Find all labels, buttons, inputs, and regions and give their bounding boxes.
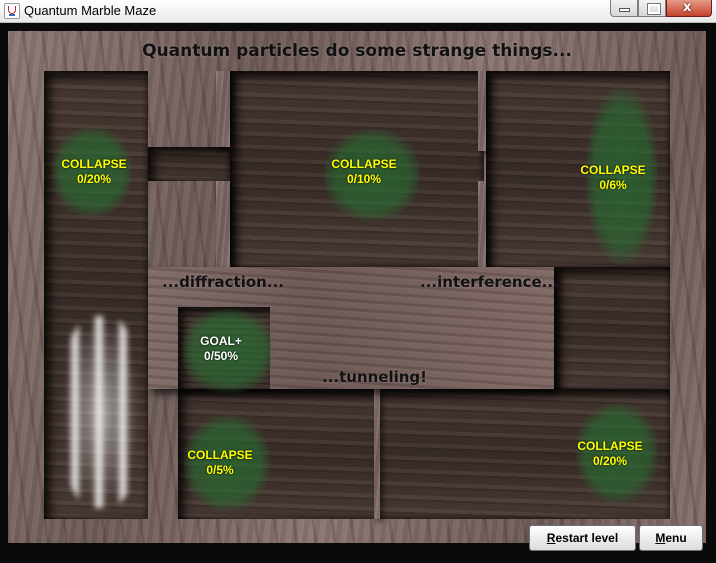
close-button[interactable]: x bbox=[666, 0, 712, 17]
window-controls: x bbox=[610, 0, 712, 17]
minimize-icon bbox=[620, 9, 629, 11]
wall-divider-right bbox=[478, 71, 486, 151]
caption-diffraction: ...diffraction... bbox=[162, 273, 284, 291]
window-title: Quantum Marble Maze bbox=[24, 3, 157, 18]
zone-label-goal: GOAL+ 0/50% bbox=[183, 334, 259, 364]
java-app-icon bbox=[4, 3, 20, 19]
wall-divider-bottom bbox=[374, 389, 380, 519]
menu-label: enu bbox=[665, 531, 687, 545]
zone-label-3: COLLAPSE 0/6% bbox=[575, 163, 651, 193]
maze-board[interactable]: Quantum particles do some strange things… bbox=[8, 31, 706, 543]
zone-type: COLLAPSE bbox=[331, 157, 397, 171]
zone-type: COLLAPSE bbox=[580, 163, 646, 177]
wall-divider-left-lower bbox=[216, 181, 230, 267]
zone-type: COLLAPSE bbox=[187, 448, 253, 462]
restart-label: estart level bbox=[555, 531, 619, 545]
zone-type: COLLAPSE bbox=[577, 439, 643, 453]
window-titlebar[interactable]: Quantum Marble Maze x bbox=[0, 0, 716, 23]
wall-divider-left bbox=[216, 71, 230, 147]
close-icon: x bbox=[683, 0, 692, 15]
caption-interference: ...interference... bbox=[420, 273, 559, 291]
right-lower-chamber bbox=[554, 267, 670, 389]
maximize-icon bbox=[647, 3, 661, 15]
quantum-marble[interactable] bbox=[62, 316, 140, 508]
caption-tunneling: ...tunneling! bbox=[322, 368, 428, 386]
restart-level-button[interactable]: Restart level bbox=[529, 525, 636, 551]
game-frame: Quantum particles do some strange things… bbox=[0, 23, 716, 563]
zone-label-2: COLLAPSE 0/10% bbox=[326, 157, 402, 187]
zone-value: 0/6% bbox=[599, 178, 627, 192]
zone-value: 0/10% bbox=[346, 172, 382, 186]
menu-button[interactable]: Menu bbox=[639, 525, 703, 551]
maximize-button[interactable] bbox=[638, 0, 666, 17]
zone-type: GOAL+ bbox=[200, 334, 242, 348]
zone-value: 0/20% bbox=[76, 172, 112, 186]
menu-mnemonic: M bbox=[655, 531, 666, 545]
zone-type: COLLAPSE bbox=[61, 157, 127, 171]
zone-label-5: COLLAPSE 0/5% bbox=[182, 448, 258, 478]
zone-value: 0/5% bbox=[206, 463, 234, 477]
zone-label-1: COLLAPSE 0/20% bbox=[56, 157, 132, 187]
zone-value: 0/20% bbox=[592, 454, 628, 468]
minimize-button[interactable] bbox=[610, 0, 638, 17]
wall-divider-right-lower bbox=[478, 181, 486, 267]
zone-label-6: COLLAPSE 0/20% bbox=[572, 439, 648, 469]
headline: Quantum particles do some strange things… bbox=[142, 41, 572, 61]
zone-value: 0/50% bbox=[203, 349, 239, 363]
upper-connector bbox=[148, 147, 230, 181]
